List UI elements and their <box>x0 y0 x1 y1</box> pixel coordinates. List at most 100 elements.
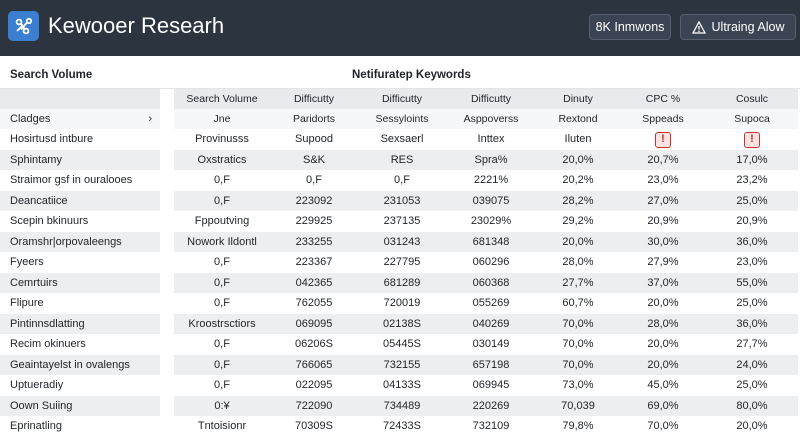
table-cell: 69,0% <box>647 399 679 412</box>
table-cell: 233255 <box>295 235 333 248</box>
table-cell: 70309S <box>295 420 333 432</box>
table-row[interactable]: 0,F 762055 720019 055269 60,7% 20,0% 25,0% <box>174 293 798 314</box>
table-cell: 022095 <box>295 379 333 391</box>
table-cell: 28,0% <box>647 317 679 330</box>
column-subheader: Sppeads <box>642 113 684 125</box>
table-row[interactable]: Kroostrsctiors 069095 02138S 040269 70,0% 28,… <box>174 313 798 334</box>
table-cell: 73,0% <box>562 379 594 391</box>
table-cell: 20,0% <box>562 153 594 166</box>
table-cell: 17,0% <box>736 153 768 166</box>
keyword-label[interactable]: Eprinatling <box>0 416 160 436</box>
alert-icon[interactable]: ! <box>655 132 671 148</box>
table-cell: 20,9% <box>736 215 768 227</box>
table-cell: 20,0% <box>562 235 594 248</box>
share-network-icon <box>15 17 32 35</box>
keyword-label[interactable]: Sphintamy <box>0 149 160 170</box>
table-cell: 45,0% <box>647 379 679 391</box>
table-cell: 732109 <box>472 420 510 432</box>
table-cell: 27,9% <box>647 256 679 268</box>
keywords-section-title: Netifuratep Keywords <box>352 69 471 81</box>
table-cell: 27,7% <box>736 338 768 350</box>
table-row[interactable]: 0,F 223092 231053 039075 28,2% 27,0% 25,0% <box>174 190 798 211</box>
keyword-table: Search Volume Difficutty Difficutty Difficu… <box>174 89 798 436</box>
column-header[interactable]: Cosulc <box>706 89 798 109</box>
column-subheader: Sessyloints <box>375 113 429 125</box>
table-cell: 20,0% <box>647 358 679 371</box>
table-cell: 227795 <box>383 256 421 268</box>
table-row[interactable]: 0,F 766065 732155 657198 70,0% 20,0% 24,0% <box>174 354 798 375</box>
keyword-label[interactable]: Straimor gsf in ouralooes <box>0 170 160 191</box>
table-cell: 722090 <box>295 399 333 412</box>
table-cell: 27,7% <box>562 276 594 289</box>
keyword-label[interactable]: Uptueradiy <box>0 375 160 396</box>
immwons-button[interactable]: 8K Inmwons <box>589 14 671 40</box>
keyword-label[interactable]: Deancatiice <box>0 190 160 211</box>
column-header[interactable]: CPC % <box>620 89 706 109</box>
keyword-label[interactable]: Geaintayelst in ovalengs <box>0 354 160 375</box>
table-cell: 29,2% <box>562 215 594 227</box>
table-row[interactable]: 0,F 06206S 05445S 030149 70,0% 20,0% 27,7% <box>174 334 798 355</box>
category-selector[interactable]: Cladges › <box>0 109 160 129</box>
table-cell: 055269 <box>472 297 510 309</box>
keyword-label[interactable]: Hosirtusd intbure <box>0 129 160 150</box>
table-cell: 79,8% <box>562 420 594 432</box>
table-cell: 70,0% <box>562 338 594 350</box>
column-subheader: Rextond <box>558 113 598 125</box>
keyword-label[interactable]: Pintinnsdlatting <box>0 313 160 334</box>
table-cell: Spra% <box>474 153 508 166</box>
table-cell: 55,0% <box>736 276 768 289</box>
table-cell: 0,F <box>306 174 322 186</box>
chevron-right-icon: › <box>148 113 152 125</box>
table-row[interactable]: 0:¥ 722090 734489 220269 70,039 69,0% 80,0% <box>174 395 798 416</box>
table-cell: 27,0% <box>647 194 679 207</box>
table-cell: 031243 <box>383 235 421 248</box>
table-cell: 0,F <box>214 194 230 207</box>
column-header[interactable]: Difficutty <box>270 89 358 109</box>
table-cell: 04133S <box>383 379 421 391</box>
table-cell: 0,F <box>394 174 410 186</box>
table-cell: Tntoisionr <box>197 420 247 432</box>
table-row[interactable]: Nowork Ildontl 233255 031243 681348 20,0% 30,… <box>174 231 798 252</box>
app-logo[interactable] <box>8 11 39 41</box>
column-subheader: Jne <box>213 113 231 125</box>
table-cell: 25,0% <box>736 194 768 207</box>
column-header[interactable]: Dinuty <box>536 89 620 109</box>
table-cell: Nowork Ildontl <box>187 235 257 248</box>
table-cell: 20,0% <box>647 297 679 309</box>
alert-icon[interactable]: ! <box>744 132 760 148</box>
keyword-label[interactable]: Oown Suiing <box>0 395 160 416</box>
table-cell: 223367 <box>295 256 333 268</box>
table-cell: 0:¥ <box>214 399 230 412</box>
table-row[interactable]: 0,F 022095 04133S 069945 73,0% 45,0% 25,0% <box>174 375 798 396</box>
column-header[interactable]: Search Volume <box>174 89 270 109</box>
column-header[interactable]: Difficutty <box>446 89 536 109</box>
keyword-label[interactable]: Recim okinuers <box>0 334 160 355</box>
table-row[interactable]: Fppoutving 229925 237135 23029% 29,2% 20,9% 20… <box>174 211 798 232</box>
table-cell: 02138S <box>383 317 421 330</box>
column-header[interactable]: Difficutty <box>358 89 446 109</box>
table-cell: 24,0% <box>736 358 768 371</box>
alow-button[interactable]: Ultraing Alow <box>680 14 796 40</box>
keyword-label[interactable]: Flipure <box>0 293 160 314</box>
table-cell: 732155 <box>383 358 421 371</box>
table-cell: 28,2% <box>562 194 594 207</box>
table-row[interactable]: Provinusss Supood Sexsaerl Inttex Iluten!! <box>174 129 798 150</box>
keyword-label[interactable]: Scepin bkinuurs <box>0 211 160 232</box>
table-row[interactable]: 0,F 223367 227795 060296 28,0% 27,9% 23,0% <box>174 252 798 273</box>
search-volume-label: Search Volume <box>10 69 93 81</box>
table-row[interactable]: 0,F 0,F 0,F 2221% 20,2% 23,0% 23,2% <box>174 170 798 191</box>
keyword-label[interactable]: Oramshr|orpovaleengs <box>0 231 160 252</box>
table-cell: 70,039 <box>561 399 595 412</box>
table-row[interactable]: 0,F 042365 681289 060368 27,7% 37,0% 55,0% <box>174 272 798 293</box>
keyword-column-header <box>0 89 160 109</box>
table-row[interactable]: Oxstratics S&K RES Spra% 20,0% 20,7% 17,0% <box>174 149 798 170</box>
table-row[interactable]: Tntoisionr 70309S 72433S 732109 79,8% 70,0% 20… <box>174 416 798 436</box>
keyword-label[interactable]: Fyeers <box>0 252 160 273</box>
keyword-label[interactable]: Cemrtuirs <box>0 272 160 293</box>
table-cell: 766065 <box>295 358 333 371</box>
table-cell: 70,0% <box>562 358 594 371</box>
table-cell: 681289 <box>383 276 421 289</box>
table-cell: 734489 <box>383 399 421 412</box>
alow-button-label: Ultraing Alow <box>711 20 785 34</box>
column-subheader: Paridorts <box>292 113 335 125</box>
